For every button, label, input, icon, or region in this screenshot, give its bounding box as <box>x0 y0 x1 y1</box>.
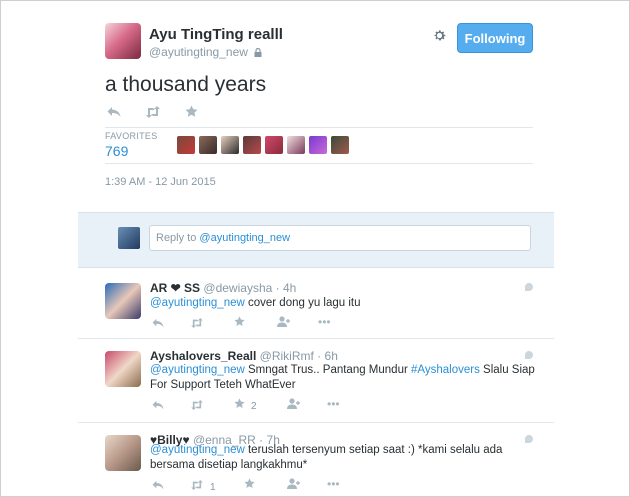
avatar[interactable] <box>105 283 141 319</box>
avatar[interactable] <box>221 136 239 154</box>
avatar[interactable] <box>105 351 141 387</box>
retweet-icon <box>190 479 204 493</box>
avatar[interactable] <box>243 136 261 154</box>
conversation-icon[interactable] <box>524 281 534 291</box>
reply-tweet[interactable]: Ayshalovers_Reall @RikiRmf · 6h @ayuting… <box>78 339 554 423</box>
reply-text: @ayutingting_new teruslah tersenyum seti… <box>150 443 540 473</box>
tweet-actions <box>105 105 533 123</box>
avatar[interactable] <box>177 136 195 154</box>
user-handle: @dewiaysha <box>203 281 273 295</box>
reply-composer: Reply to @ayutingting_new <box>78 212 554 268</box>
follow-icon[interactable] <box>287 478 301 492</box>
reply-icon[interactable] <box>152 399 164 413</box>
display-name: Ayshalovers_Reall <box>150 349 257 363</box>
mention-link[interactable]: @ayutingting_new <box>150 297 245 309</box>
divider <box>105 127 533 128</box>
favorite-button[interactable]: 2 <box>234 398 257 414</box>
favorites-count[interactable]: 769 <box>105 143 128 159</box>
reply-author[interactable]: AR ❤ SS @dewiaysha · 4h <box>150 281 296 295</box>
separator-dot: · <box>275 281 280 295</box>
tweet-text: a thousand years <box>105 73 267 96</box>
following-button[interactable]: Following <box>457 23 533 53</box>
user-handle: @RikiRmf <box>259 349 314 363</box>
avatar[interactable] <box>265 136 283 154</box>
more-icon[interactable]: ••• <box>318 315 331 329</box>
lock-icon <box>254 46 262 60</box>
reply-text-body: teruslah tersenyum setiap saat :) *kami … <box>244 444 503 456</box>
reply-icon[interactable] <box>152 317 164 331</box>
reply-mention: @ayutingting_new <box>199 232 291 244</box>
gear-icon[interactable] <box>431 28 447 44</box>
reply-tweet[interactable]: ♥Billy♥ @enna_RR · 7h @ayutingting_new t… <box>78 423 554 496</box>
avatar[interactable] <box>199 136 217 154</box>
user-handle-text: @ayutingting_new <box>149 45 248 59</box>
avatar[interactable] <box>105 23 141 59</box>
reply-text: @ayutingting_new cover dong yu lagu itu <box>150 296 540 311</box>
favorite-icon <box>234 398 245 412</box>
reply-tweet[interactable]: AR ❤ SS @dewiaysha · 4h @ayutingting_new… <box>78 271 554 339</box>
reply-icon[interactable] <box>152 479 164 493</box>
tweet-detail-frame: Ayu TingTing realll @ayutingting_new Fol… <box>0 0 630 497</box>
mention-link[interactable]: @ayutingting_new <box>150 364 245 376</box>
more-icon[interactable]: ••• <box>327 397 340 411</box>
follow-icon[interactable] <box>277 316 291 330</box>
favorite-icon[interactable] <box>185 105 198 123</box>
display-name[interactable]: Ayu TingTing realll <box>149 26 283 43</box>
retweet-icon[interactable] <box>190 317 204 331</box>
favorite-icon[interactable] <box>244 478 255 492</box>
user-handle[interactable]: @ayutingting_new <box>149 45 262 60</box>
avatar[interactable] <box>287 136 305 154</box>
more-icon[interactable]: ••• <box>327 477 340 491</box>
avatar[interactable] <box>331 136 349 154</box>
follow-icon[interactable] <box>287 398 301 412</box>
retweet-button[interactable]: 1 <box>190 479 216 495</box>
separator-dot: · <box>317 349 322 363</box>
favorite-icon[interactable] <box>234 316 245 330</box>
reply-icon[interactable] <box>107 105 121 123</box>
reply-text: @ayutingting_new Smngat Trus.. Pantang M… <box>150 363 540 393</box>
divider <box>105 163 533 164</box>
reply-prefix: Reply to <box>156 232 200 244</box>
reply-text-line2: For Support Teteh WhatEver <box>150 379 296 391</box>
avatar[interactable] <box>309 136 327 154</box>
mention-link[interactable]: @ayutingting_new <box>150 444 245 456</box>
favoriters-list <box>177 136 349 154</box>
conversation-icon[interactable] <box>524 349 534 359</box>
favorite-count: 2 <box>251 401 257 412</box>
conversation-icon[interactable] <box>524 433 534 443</box>
reply-input[interactable]: Reply to @ayutingting_new <box>149 225 531 251</box>
display-name: AR ❤ SS <box>150 281 201 295</box>
reply-author[interactable]: Ayshalovers_Reall @RikiRmf · 6h <box>150 349 338 363</box>
reply-text-body: Smngat Trus.. Pantang Mundur <box>244 364 411 376</box>
reply-time[interactable]: 6h <box>325 349 338 363</box>
retweet-icon[interactable] <box>145 105 161 123</box>
avatar <box>118 227 140 249</box>
hashtag-link[interactable]: #Ayshalovers <box>411 364 480 376</box>
reply-text-line2: bersama disetiap langkakhmu* <box>150 459 308 471</box>
retweet-icon[interactable] <box>190 399 204 413</box>
retweet-count: 1 <box>210 482 216 493</box>
reply-text-body: cover dong yu lagu itu <box>244 297 361 309</box>
avatar[interactable] <box>105 435 141 471</box>
tweet-timestamp[interactable]: 1:39 AM - 12 Jun 2015 <box>105 176 216 188</box>
reply-time[interactable]: 4h <box>283 281 296 295</box>
reply-text-body: Slalu Siap <box>479 364 535 376</box>
favorites-label: FAVORITES <box>105 131 158 141</box>
